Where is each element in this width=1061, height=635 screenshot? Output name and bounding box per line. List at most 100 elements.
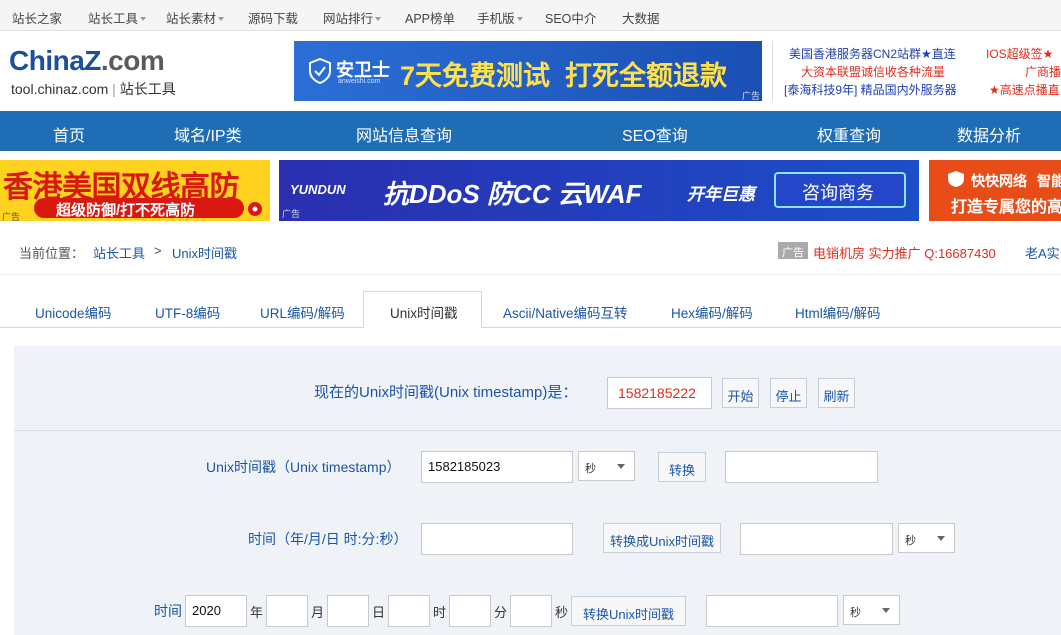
tab-utf8[interactable]: UTF-8编码 <box>155 302 220 322</box>
text-ad-link[interactable]: [泰海科技9年] 精品国内外服务器 <box>784 81 957 98</box>
unix-output-2[interactable] <box>740 523 893 555</box>
banner-right-brand2: 智能 <box>1037 173 1061 189</box>
convert-to-unix-button[interactable]: 转换成Unix时间戳 <box>603 523 721 553</box>
top-link-bigdata[interactable]: 大数据 <box>622 8 660 27</box>
shield-icon <box>948 171 964 187</box>
breadcrumb-prefix: 当前位置： <box>19 246 85 261</box>
start-button[interactable]: 开始 <box>722 378 759 408</box>
tab-unicode[interactable]: Unicode编码 <box>35 302 112 322</box>
panel-divider <box>14 430 1061 431</box>
unit-select-2[interactable]: 秒 <box>898 523 955 553</box>
refresh-button[interactable]: 刷新 <box>818 378 855 408</box>
top-link-source[interactable]: 源码下载 <box>248 8 298 27</box>
tab-html[interactable]: Html编码/解码 <box>795 302 881 322</box>
nav-item-seo[interactable]: SEO查询 <box>622 122 688 146</box>
top-menu-label: 手机版 <box>477 12 515 26</box>
ad-tag: 广告 <box>778 242 808 259</box>
chevron-down-icon <box>140 17 147 21</box>
day-input[interactable] <box>327 595 369 627</box>
unix-timestamp-input[interactable]: 1582185023 <box>421 451 573 483</box>
text-ad-link[interactable]: ★高速点播直 <box>989 81 1060 98</box>
tab-hex[interactable]: Hex编码/解码 <box>671 302 753 322</box>
top-menu-label: 网站排行 <box>323 12 374 26</box>
unix-output-3[interactable] <box>706 595 838 627</box>
shield-icon <box>309 58 331 84</box>
hour-unit: 时 <box>433 605 447 620</box>
unit-select-value: 秒 <box>850 607 861 619</box>
stop-button[interactable]: 停止 <box>770 378 807 408</box>
banner-consult-button[interactable]: 咨询商务 <box>774 172 906 208</box>
datetime-label: 时间（年/月/日 时:分:秒） <box>248 531 408 547</box>
breadcrumb-home-link[interactable]: 站长工具 <box>93 243 145 262</box>
unit-select-3[interactable]: 秒 <box>843 595 900 625</box>
chevron-down-icon <box>516 17 523 21</box>
banner-right-brand: 快快网络 <box>971 173 1027 189</box>
nav-item-weight[interactable]: 权重查询 <box>817 122 881 146</box>
month-input[interactable] <box>266 595 308 627</box>
logo-domain: tool.chinaz.com <box>11 81 109 97</box>
now-timestamp-label: 现在的Unix时间戳(Unix timestamp)是： <box>314 384 578 401</box>
banner-consult-label: 咨询商务 <box>802 183 874 203</box>
logo-sep: | <box>112 81 116 97</box>
text-ad-link[interactable]: 广商播 <box>1025 63 1061 80</box>
second-unit: 秒 <box>555 605 569 620</box>
chevron-down-icon <box>882 608 890 613</box>
nav-item-domain[interactable]: 域名/IP类 <box>174 122 242 146</box>
convert-unix-button-2[interactable]: 转换Unix时间戳 <box>571 596 686 626</box>
breadcrumb-current: Unix时间戳 <box>172 246 238 261</box>
now-timestamp-value: 1582185222 <box>607 377 712 409</box>
converted-time-output[interactable] <box>725 451 878 483</box>
tab-ascii[interactable]: Ascii/Native编码互转 <box>503 302 628 322</box>
top-menu-tools[interactable]: 站长工具 <box>88 8 147 27</box>
text-ads: 美国香港服务器CN2站群★直连 IOS超级签★ 大资本联盟诚信收各种流量 广商播… <box>772 41 1061 101</box>
nav-item-data[interactable]: 数据分析 <box>957 122 1021 146</box>
chevron-down-icon <box>617 464 625 469</box>
breadcrumb-ad-link-2[interactable]: 老A实 <box>1025 243 1060 262</box>
banner-left-sub: 超级防御/打不死高防 <box>56 202 196 219</box>
site-logo[interactable]: ChinaZ.com tool.chinaz.com | 站长工具 <box>9 43 199 103</box>
ad-tag: 广告 <box>2 212 21 221</box>
unit-select-value: 秒 <box>905 535 916 547</box>
ad-brand-url: anweishi.com <box>338 78 381 85</box>
top-menu-assets[interactable]: 站长素材 <box>166 8 225 27</box>
banner-yundun[interactable]: YUNDUN 抗DDoS 防CC 云WAF 开年巨惠 咨询商务 广告 <box>279 160 919 221</box>
year-input[interactable]: 2020 <box>185 595 247 627</box>
nav-item-siteinfo[interactable]: 网站信息查询 <box>356 122 452 146</box>
convert-button[interactable]: 转换 <box>658 452 706 482</box>
text-ad-link[interactable]: 大资本联盟诚信收各种流量 <box>801 63 945 80</box>
flower-icon <box>248 202 262 216</box>
banner-mid-text: 抗DDoS 防CC 云WAF <box>383 179 642 209</box>
chevron-down-icon <box>937 536 945 541</box>
logo-china: China <box>9 45 85 76</box>
logo-z: Z <box>84 45 101 76</box>
second-input[interactable] <box>510 595 552 627</box>
time-label: 时间 <box>154 603 182 619</box>
minute-unit: 分 <box>494 605 508 620</box>
datetime-input[interactable] <box>421 523 573 555</box>
chevron-down-icon <box>375 17 382 21</box>
tab-unix[interactable]: Unix时间戳 <box>390 302 458 322</box>
unit-select-1[interactable]: 秒 <box>578 451 635 481</box>
tab-url[interactable]: URL编码/解码 <box>260 302 345 322</box>
top-menu-rank[interactable]: 网站排行 <box>323 8 382 27</box>
text-ad-link[interactable]: IOS超级签★ <box>986 45 1053 62</box>
ad-headline: 7天免费测试 打死全额退款 <box>400 61 728 91</box>
day-unit: 日 <box>372 605 386 620</box>
top-link-seo[interactable]: SEO中介 <box>545 8 596 27</box>
top-menu-mobile[interactable]: 手机版 <box>477 8 523 27</box>
banner-hk-us[interactable]: 香港美国双线高防 超级防御/打不死高防 广告 <box>0 160 270 221</box>
hour-input[interactable] <box>388 595 430 627</box>
minute-input[interactable] <box>449 595 491 627</box>
banner-mid-promo: 开年巨惠 <box>687 185 755 204</box>
nav-item-home[interactable]: 首页 <box>53 122 85 146</box>
month-unit: 月 <box>311 605 325 620</box>
banner-kuaikuai[interactable]: 快快网络 智能 打造专属您的高 <box>929 160 1061 221</box>
logo-name: 站长工具 <box>119 81 176 97</box>
text-ad-link[interactable]: 美国香港服务器CN2站群★直连 <box>789 45 956 62</box>
chevron-down-icon <box>218 17 225 21</box>
top-link-app[interactable]: APP榜单 <box>405 8 455 27</box>
breadcrumb-ad-link[interactable]: 电销机房 实力推广 Q:16687430 <box>813 243 996 262</box>
unit-select-value: 秒 <box>585 463 596 475</box>
top-link-home[interactable]: 站长之家 <box>12 8 62 27</box>
ad-banner[interactable]: 安卫士 anweishi.com 7天免费测试 打死全额退款 广告 <box>294 41 762 101</box>
